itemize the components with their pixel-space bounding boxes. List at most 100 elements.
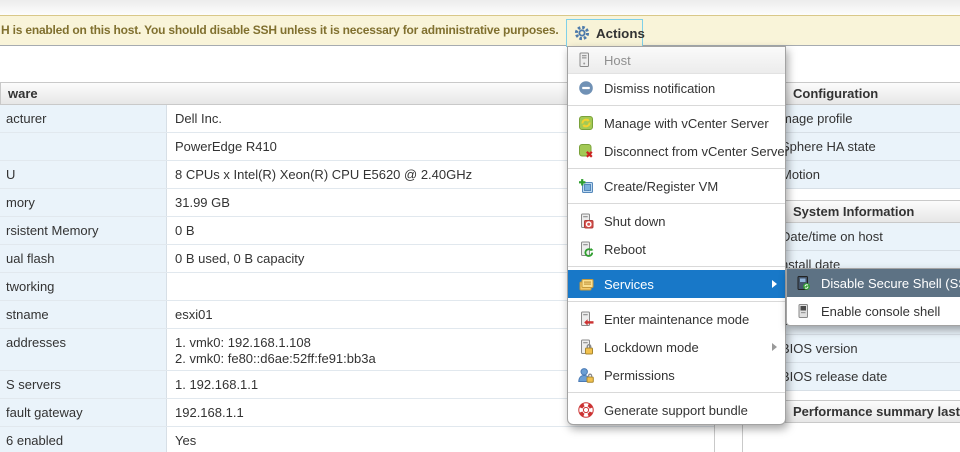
menu-item-label: Lockdown mode <box>604 340 699 355</box>
row-label: tworking <box>0 273 167 300</box>
menu-item-enter-maintenance-mode[interactable]: Enter maintenance mode <box>568 305 785 333</box>
right-info-panel: Configuration mage profile Sphere HA state… <box>779 82 960 423</box>
menu-separator <box>568 203 785 204</box>
actions-dropdown-menu: Host Dismiss notification Manage with vCe… <box>567 46 786 425</box>
submenu-item-label: Enable console shell <box>821 304 940 319</box>
info-row-label: BIOS version <box>781 341 858 356</box>
row-value: PowerEdge R410 <box>175 139 277 154</box>
menu-separator <box>568 301 785 302</box>
row-label: ual flash <box>0 245 167 272</box>
row-label: mory <box>0 189 167 216</box>
info-row: mage profile <box>779 105 960 133</box>
menu-item-lockdown-mode[interactable]: Lockdown mode <box>568 333 785 361</box>
row-label: U <box>0 161 167 188</box>
row-label: fault gateway <box>0 399 167 426</box>
info-row-label: mage profile <box>781 111 853 126</box>
menu-item-shut-down[interactable]: Shut down <box>568 207 785 235</box>
menu-item-label: Reboot <box>604 242 646 257</box>
row-value: Yes <box>175 433 196 448</box>
menu-item-label: Create/Register VM <box>604 179 718 194</box>
vcenter-manage-icon <box>578 115 594 131</box>
row-value: esxi01 <box>175 307 213 322</box>
info-section-configuration: Configuration mage profile Sphere HA state… <box>779 82 960 189</box>
submenu-arrow-icon <box>772 280 777 288</box>
row-label: addresses <box>0 329 167 370</box>
menu-item-label: Manage with vCenter Server <box>604 116 769 131</box>
section-header: Configuration <box>785 82 960 105</box>
info-row-label: BIOS release date <box>781 369 887 384</box>
dismiss-icon <box>578 80 594 96</box>
ssh-warning-banner: H is enabled on this host. You should di… <box>0 15 960 46</box>
row-value: 31.99 GB <box>175 195 230 210</box>
info-row-label: Sphere HA state <box>781 139 876 154</box>
menu-item-permissions[interactable]: Permissions <box>568 361 785 389</box>
info-section-performance-summary-last-hour: Performance summary last hour <box>779 400 960 423</box>
submenu-arrow-icon <box>772 343 777 351</box>
row-value: 0 B used, 0 B capacity <box>175 251 304 266</box>
section-header: Performance summary last hour <box>785 400 960 423</box>
menu-host-label: Host <box>604 53 631 68</box>
menu-item-label: Permissions <box>604 368 675 383</box>
menu-separator <box>568 266 785 267</box>
ssh-icon <box>795 275 811 291</box>
menu-item-label: Disconnect from vCenter Server <box>604 144 789 159</box>
create-vm-icon <box>578 178 594 194</box>
menu-items: Dismiss notification Manage with vCenter … <box>568 74 785 424</box>
actions-button-label: Actions <box>596 26 645 41</box>
menu-separator <box>568 105 785 106</box>
info-row: BIOS version <box>779 335 960 363</box>
submenu-item-label: Disable Secure Shell (SSH) <box>821 276 960 291</box>
info-row-label: Motion <box>781 167 820 182</box>
services-submenu: Disable Secure Shell (SSH) Enable console… <box>786 268 960 326</box>
menu-item-dismiss-notification[interactable]: Dismiss notification <box>568 74 785 102</box>
menu-item-manage-with-vcenter-server[interactable]: Manage with vCenter Server <box>568 109 785 137</box>
esxi-host-page: H is enabled on this host. You should di… <box>0 0 960 452</box>
menu-item-label: Generate support bundle <box>604 403 748 418</box>
submenu-item-disable-secure-shell-ssh[interactable]: Disable Secure Shell (SSH) <box>787 269 960 297</box>
menu-item-reboot[interactable]: Reboot <box>568 235 785 263</box>
row-value: 8 CPUs x Intel(R) Xeon(R) CPU E5620 @ 2.… <box>175 167 472 182</box>
actions-button[interactable]: Actions <box>566 19 643 47</box>
menu-separator <box>568 168 785 169</box>
vcenter-disconnect-icon <box>578 143 594 159</box>
row-value: 192.168.1.1 <box>175 405 244 420</box>
page-top-strip <box>0 0 960 15</box>
menu-separator <box>568 392 785 393</box>
console-icon <box>795 303 811 319</box>
gear-icon <box>574 25 590 41</box>
hardware-row: 6 enabled Yes <box>0 427 714 452</box>
warning-message: H is enabled on this host. You should di… <box>1 16 561 45</box>
services-icon <box>578 276 594 292</box>
submenu-item-enable-console-shell[interactable]: Enable console shell <box>787 297 960 325</box>
menu-item-label: Enter maintenance mode <box>604 312 749 327</box>
row-label <box>0 133 167 160</box>
menu-item-services[interactable]: Services <box>568 270 785 298</box>
reboot-icon <box>578 241 594 257</box>
info-row: Motion <box>779 161 960 189</box>
menu-item-label: Dismiss notification <box>604 81 715 96</box>
lockdown-icon <box>578 339 594 355</box>
row-label: acturer <box>0 105 167 132</box>
maintenance-icon <box>578 311 594 327</box>
row-label: S servers <box>0 371 167 398</box>
menu-host-header: Host <box>568 47 785 74</box>
row-value: 1. 192.168.1.1 <box>175 377 258 392</box>
shutdown-icon <box>578 213 594 229</box>
info-row: Date/time on host <box>779 223 960 251</box>
row-value: Dell Inc. <box>175 111 222 126</box>
menu-item-label: Shut down <box>604 214 665 229</box>
permissions-icon <box>578 367 594 383</box>
menu-item-create-register-vm[interactable]: Create/Register VM <box>568 172 785 200</box>
info-row: BIOS release date <box>779 363 960 391</box>
row-label: rsistent Memory <box>0 217 167 244</box>
menu-item-generate-support-bundle[interactable]: Generate support bundle <box>568 396 785 424</box>
row-label: 6 enabled <box>0 427 167 452</box>
row-value-cell: Yes <box>167 427 714 452</box>
info-row-label: Date/time on host <box>781 229 883 244</box>
row-label: stname <box>0 301 167 328</box>
menu-item-label: Services <box>604 277 654 292</box>
row-value: 0 B <box>175 223 195 238</box>
host-icon <box>576 52 592 68</box>
section-header: System Information <box>785 200 960 223</box>
menu-item-disconnect-from-vcenter-server[interactable]: Disconnect from vCenter Server <box>568 137 785 165</box>
